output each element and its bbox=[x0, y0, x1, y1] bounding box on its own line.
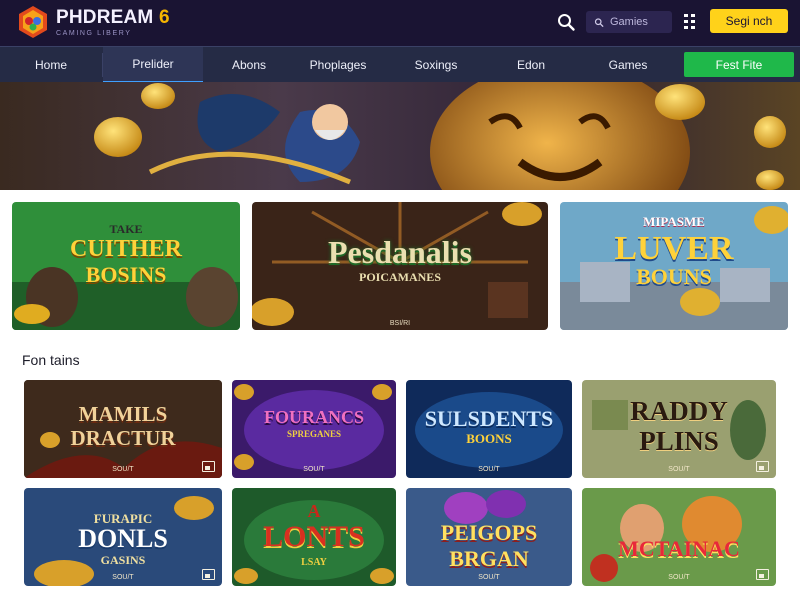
nav-item-abons[interactable]: Abons bbox=[203, 47, 295, 83]
promo-title: Pesdanalis bbox=[327, 234, 473, 270]
game-tile[interactable]: MAMILS DRACTUR SOU/T bbox=[24, 380, 222, 478]
nav-item-prelider[interactable]: Prelider bbox=[103, 47, 203, 83]
promo-tag: BSI/RI bbox=[389, 320, 411, 327]
game-tag: SOU/T bbox=[112, 466, 134, 473]
search-field[interactable] bbox=[586, 11, 672, 33]
game-title: MCTAINAC bbox=[618, 536, 740, 561]
game-tag: SOU/T bbox=[478, 466, 500, 473]
hero-banner[interactable] bbox=[0, 82, 800, 190]
game-subtitle: PLINS bbox=[639, 426, 719, 456]
section-title: Fon tains bbox=[22, 352, 80, 368]
logo-subtitle: CAMING LIBERY bbox=[56, 29, 132, 37]
promo-kicker: TAKE bbox=[109, 222, 143, 236]
game-tag: SOU/T bbox=[112, 574, 134, 581]
game-tag: SOU/T bbox=[668, 466, 690, 473]
game-kicker: A bbox=[307, 501, 321, 521]
promo-subtitle: BOSINS bbox=[85, 262, 167, 287]
promo-title: CUITHER bbox=[69, 236, 183, 262]
logo-number: 6 bbox=[158, 6, 170, 28]
game-title: FOURANCS bbox=[263, 407, 364, 427]
search-icon[interactable] bbox=[556, 12, 576, 32]
logo-title: PHDREAM 6 bbox=[56, 6, 170, 28]
logo-icon bbox=[19, 6, 47, 38]
game-tag: SOU/T bbox=[478, 574, 500, 581]
nav-cta-button[interactable]: Fest Fite bbox=[684, 52, 794, 77]
promo-card[interactable]: Pesdanalis POICAMANES BSI/RI bbox=[252, 202, 548, 330]
search-field-icon bbox=[594, 17, 604, 27]
play-icon[interactable] bbox=[202, 569, 215, 580]
main-nav: Home Prelider Abons Phoplages Soxings Ed… bbox=[0, 46, 800, 83]
site-logo[interactable]: PHDREAM 6 CAMING LIBERY bbox=[16, 5, 170, 39]
game-title: DONLS bbox=[78, 524, 168, 553]
game-title: RADDY bbox=[630, 396, 728, 426]
game-tile[interactable]: SULSDENTS BOONS SOU/T bbox=[406, 380, 572, 478]
game-tile[interactable]: FURAPIC DONLS GASINS SOU/T bbox=[24, 488, 222, 586]
game-tile[interactable]: RADDY PLINS SOU/T bbox=[582, 380, 776, 478]
search-input[interactable] bbox=[610, 16, 672, 28]
apps-grid-icon[interactable] bbox=[683, 13, 697, 31]
game-tag: SOU/T bbox=[668, 574, 690, 581]
promo-subtitle: BOUNS bbox=[636, 264, 712, 289]
game-subtitle: LSAY bbox=[301, 557, 327, 568]
promo-card[interactable]: MIPASME LUVER BOUNS bbox=[560, 202, 788, 330]
nav-item-home[interactable]: Home bbox=[0, 47, 102, 83]
game-subtitle: SPREGANES bbox=[286, 429, 341, 439]
nav-item-soxings[interactable]: Soxings bbox=[392, 47, 480, 83]
nav-item-games[interactable]: Games bbox=[585, 47, 671, 83]
game-tag: SOU/T bbox=[303, 466, 325, 473]
play-icon[interactable] bbox=[756, 461, 769, 472]
promo-subtitle: POICAMANES bbox=[358, 270, 441, 284]
sign-in-button[interactable]: Segi nch bbox=[710, 9, 788, 33]
nav-item-phoplages[interactable]: Phoplages bbox=[295, 47, 381, 83]
play-icon[interactable] bbox=[756, 569, 769, 580]
game-tile[interactable]: PEIGOPS BRGAN SOU/T bbox=[406, 488, 572, 586]
play-icon[interactable] bbox=[202, 461, 215, 472]
game-tile[interactable]: MCTAINAC SOU/T bbox=[582, 488, 776, 586]
hero-artwork bbox=[0, 82, 800, 190]
promo-kicker: MIPASME bbox=[643, 214, 705, 229]
game-subtitle: GASINS bbox=[100, 553, 146, 567]
promo-title: LUVER bbox=[614, 230, 734, 267]
game-title: LONTS bbox=[263, 520, 365, 553]
game-subtitle: DRACTUR bbox=[70, 426, 176, 450]
game-title: MAMILS bbox=[78, 402, 168, 426]
game-tile[interactable]: FOURANCS SPREGANES SOU/T bbox=[232, 380, 396, 478]
game-subtitle: BRGAN bbox=[449, 546, 529, 571]
game-title: SULSDENTS bbox=[424, 406, 554, 431]
top-header: PHDREAM 6 CAMING LIBERY Segi nch bbox=[0, 0, 800, 46]
game-tile[interactable]: A LONTS LSAY bbox=[232, 488, 396, 586]
game-title: PEIGOPS bbox=[440, 520, 538, 545]
game-subtitle: BOONS bbox=[466, 431, 512, 446]
nav-item-edon[interactable]: Edon bbox=[490, 47, 572, 83]
promo-card[interactable]: TAKE CUITHER BOSINS bbox=[12, 202, 240, 330]
